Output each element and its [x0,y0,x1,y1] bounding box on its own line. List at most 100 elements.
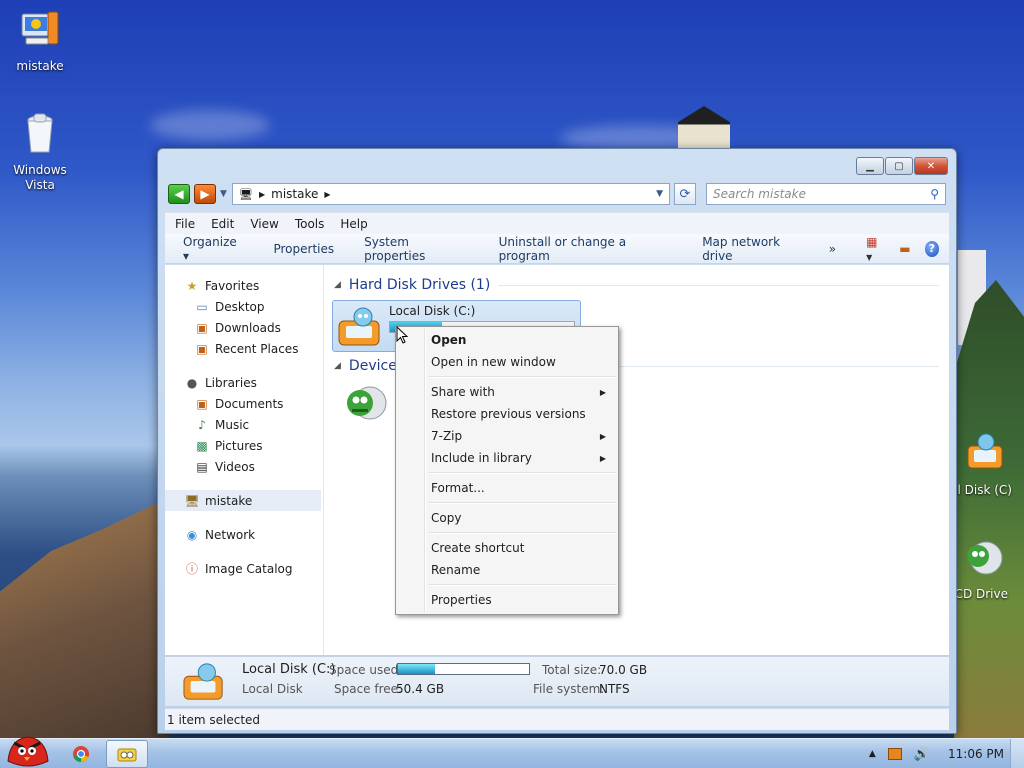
menu-view[interactable]: View [250,217,278,231]
menu-separator [429,469,616,477]
collapse-arrow-icon[interactable]: ◢ [334,361,341,371]
taskbar-chrome-button[interactable] [66,740,96,768]
nav-videos[interactable]: ▤ Videos [165,456,323,477]
recent-pages-dropdown[interactable]: ▼ [220,189,228,199]
taskbar-explorer-button[interactable] [106,740,148,768]
nav-desktop[interactable]: ▭ Desktop [165,296,323,317]
context-menu-item-label: Open [431,333,467,347]
start-button-icon[interactable] [4,731,50,768]
preview-pane-icon[interactable]: ▬ [899,242,910,256]
submenu-arrow-icon: ▶ [599,387,606,397]
submenu-arrow-icon: ▶ [599,431,606,441]
menu-file[interactable]: File [175,217,195,231]
map-network-drive-button[interactable]: Map network drive [702,235,809,263]
submenu-arrow-icon: ▶ [599,453,606,463]
command-bar-right: ▦ ▼ ▬ ? [866,235,939,263]
nav-label: Libraries [205,375,257,390]
nav-label: Music [215,417,250,432]
nav-computer[interactable]: 🖥 mistake [165,490,321,511]
details-total-size-value: 70.0 GB [599,663,648,677]
nav-libraries[interactable]: ● Libraries [165,372,323,393]
back-button[interactable]: ◀ [168,184,190,204]
desktop-icon-mistake[interactable]: mistake [0,8,80,73]
volume-icon[interactable]: 🔊 [914,747,930,762]
context-menu-item-rename[interactable]: Rename [398,559,616,581]
nav-image-catalog[interactable]: ⓘ Image Catalog [165,558,323,579]
nav-pictures[interactable]: ▩ Pictures [165,435,323,456]
organize-button[interactable]: Organize ▾ [183,235,243,263]
context-menu-item-label: Copy [431,511,462,525]
forward-button[interactable]: ▶ [194,184,216,204]
help-icon[interactable]: ? [924,240,939,257]
nav-label: mistake [205,493,253,508]
show-hidden-icons-icon[interactable]: ▲ [869,749,876,759]
context-menu-item-properties[interactable]: Properties [398,589,616,611]
nav-label: Image Catalog [205,561,293,576]
context-menu-item-format[interactable]: Format... [398,477,616,499]
mouse-cursor-icon [396,326,408,344]
hard-drive-icon [183,663,223,700]
desktop-icon-windows-vista[interactable]: Windows Vista [0,112,80,193]
details-type: Local Disk [242,682,303,696]
menu-help[interactable]: Help [340,217,367,231]
details-space-used-label: Space used: [329,663,403,677]
nav-network[interactable]: ◉ Network [165,524,323,545]
minimize-button[interactable]: ▁ [856,157,884,175]
uninstall-program-button[interactable]: Uninstall or change a program [499,235,673,263]
nav-downloads[interactable]: ▣ Downloads [165,317,323,338]
command-bar: Organize ▾ Properties System properties … [165,234,949,264]
search-input[interactable]: Search mistake ⚲ [706,183,946,205]
maximize-button[interactable]: ▢ [885,157,913,175]
menu-tools[interactable]: Tools [295,217,325,231]
wallpaper-lighthouse [678,106,730,152]
system-tray: ▲ 🔊 11:06 PM [869,739,1004,768]
breadcrumb-arrow-icon[interactable]: ▶ [259,190,265,199]
context-menu-item-copy[interactable]: Copy [398,507,616,529]
nav-music[interactable]: ♪ Music [165,414,323,435]
cd-drive-icon[interactable] [342,383,390,425]
context-menu-item-open-in-new-window[interactable]: Open in new window [398,351,616,373]
refresh-button[interactable]: ⟳ [674,183,696,205]
nav-documents[interactable]: ▣ Documents [165,393,323,414]
search-icon[interactable]: ⚲ [930,187,939,201]
properties-button[interactable]: Properties [273,242,334,256]
menu-edit[interactable]: Edit [211,217,234,231]
nav-label: Documents [215,396,284,411]
context-menu-item-share-with[interactable]: Share with ▶ [398,381,616,403]
nav-label: Favorites [205,278,260,293]
breadcrumb-arrow-icon[interactable]: ▶ [324,190,330,199]
context-menu-item-7-zip[interactable]: 7-Zip ▶ [398,425,616,447]
hard-drive-icon [338,307,380,346]
context-menu-item-label: Format... [431,481,485,495]
change-view-icon[interactable]: ▦ ▼ [866,235,885,263]
context-menu-item-label: Open in new window [431,355,556,369]
nav-label: Network [205,527,256,542]
close-button[interactable]: ✕ [914,157,948,175]
context-menu-item-include-in-library[interactable]: Include in library ▶ [398,447,616,469]
breadcrumb-segment[interactable]: mistake [271,187,318,201]
group-header-hard-disk-drives[interactable]: ◢ Hard Disk Drives (1) [334,275,939,295]
show-desktop-button[interactable] [1010,739,1024,768]
nav-recent-places[interactable]: ▣ Recent Places [165,338,323,359]
clock[interactable]: 11:06 PM [948,747,1004,761]
details-space-free-label: Space free: [334,682,403,696]
more-commands-button[interactable]: » [829,242,836,256]
details-name: Local Disk (C:) [242,662,336,677]
context-menu-item-open[interactable]: Open [398,329,616,351]
context-menu-item-restore-previous-versions[interactable]: Restore previous versions [398,403,616,425]
chrome-icon [73,746,89,763]
nav-label: Downloads [215,320,281,335]
details-space-used-bar [397,663,530,675]
address-dropdown-icon[interactable]: ▼ [656,189,663,199]
menu-separator [429,581,616,589]
computer-icon [21,11,59,45]
context-menu-item-create-shortcut[interactable]: Create shortcut [398,537,616,559]
address-bar[interactable]: 🖥 ▶ mistake ▶ ▼ [232,183,670,205]
collapse-arrow-icon[interactable]: ◢ [334,280,341,290]
nav-favorites[interactable]: ★ Favorites [165,275,323,296]
system-properties-button[interactable]: System properties [364,235,468,263]
tray-app-icon[interactable] [887,748,902,760]
context-menu-item-label: Create shortcut [431,541,525,555]
taskbar: ▲ 🔊 11:06 PM [0,736,1024,768]
libraries-icon: ● [186,375,198,390]
